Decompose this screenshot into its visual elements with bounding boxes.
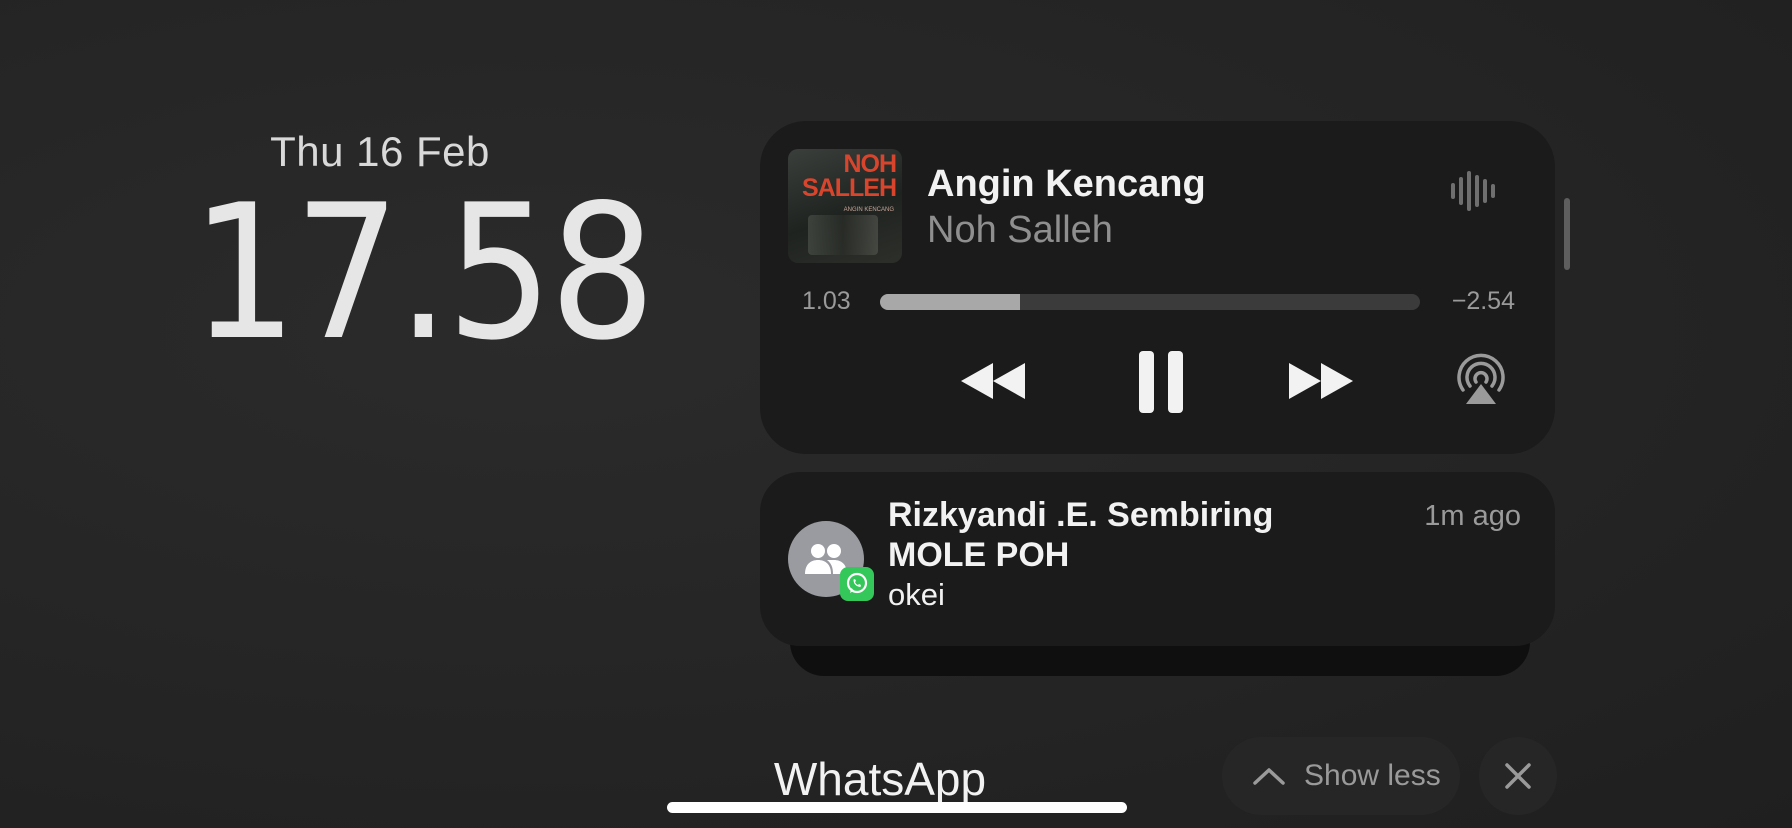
- app-name-label: WhatsApp: [773, 753, 987, 805]
- notification-group: MOLE POH: [888, 536, 1070, 574]
- song-title: Angin Kencang: [927, 163, 1206, 205]
- album-art-subtitle: ANGIN KENCANG: [843, 207, 894, 213]
- scroll-indicator: [1564, 198, 1570, 270]
- notification-sender: Rizkyandi .E. Sembiring: [888, 496, 1274, 534]
- home-indicator[interactable]: [667, 802, 1127, 813]
- whatsapp-notification[interactable]: Rizkyandi .E. Sembiring MOLE POH okei 1m…: [760, 472, 1555, 646]
- rewind-icon: [961, 363, 1025, 399]
- chevron-up-icon: [1253, 768, 1285, 785]
- now-playing-card[interactable]: NOH SALLEH ANGIN KENCANG Angin Kencang No…: [760, 121, 1555, 454]
- show-less-button[interactable]: Show less: [1222, 737, 1460, 815]
- pause-button[interactable]: [1131, 349, 1191, 415]
- time-label: 17.58: [191, 164, 656, 381]
- album-art[interactable]: NOH SALLEH ANGIN KENCANG: [788, 149, 902, 263]
- whatsapp-icon: [840, 567, 874, 601]
- notification-timestamp: 1m ago: [1424, 500, 1521, 532]
- song-artist: Noh Salleh: [927, 209, 1113, 251]
- airplay-icon: [1457, 353, 1505, 404]
- waveform-icon: [1451, 171, 1495, 211]
- lockscreen-clock: Thu 16 Feb 17.58: [170, 128, 656, 381]
- playback-scrubber[interactable]: [880, 294, 1420, 310]
- notification-message: okei: [888, 577, 945, 612]
- elapsed-time: 1.03: [802, 287, 851, 315]
- close-button[interactable]: [1479, 737, 1557, 815]
- album-art-photo: [808, 215, 878, 255]
- playback-progress-fill: [880, 294, 1021, 310]
- album-art-title: NOH SALLEH: [802, 150, 897, 202]
- close-icon: [1505, 763, 1531, 789]
- remaining-time: −2.54: [1451, 287, 1515, 315]
- fast-forward-icon: [1289, 363, 1353, 399]
- show-less-label: Show less: [1304, 759, 1441, 792]
- airplay-button[interactable]: [1452, 349, 1510, 409]
- rewind-button[interactable]: [957, 353, 1029, 409]
- fast-forward-button[interactable]: [1285, 353, 1357, 409]
- pause-icon: [1139, 351, 1183, 413]
